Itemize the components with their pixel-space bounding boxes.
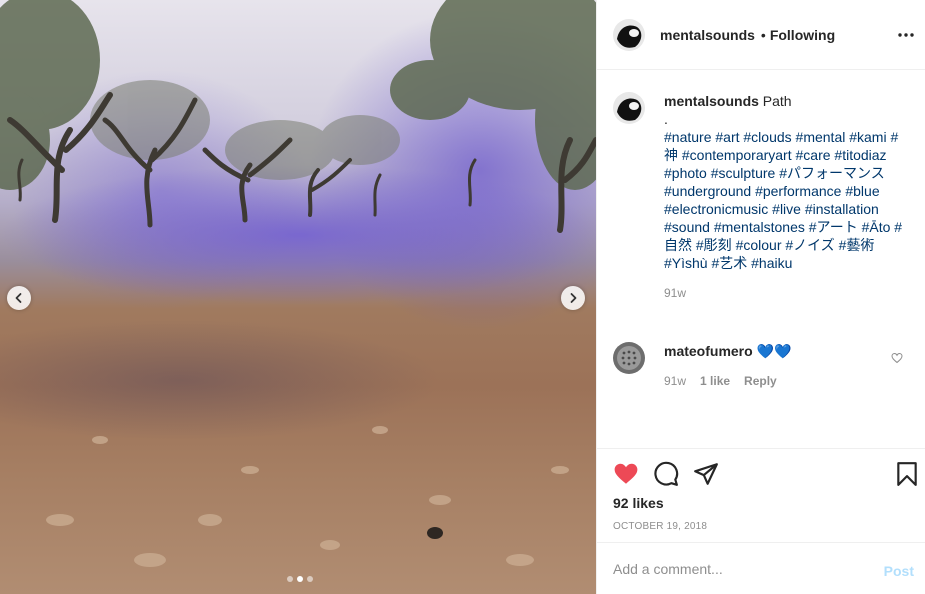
- commenter-avatar[interactable]: [613, 342, 645, 374]
- share-icon[interactable]: [693, 461, 719, 487]
- post-header: mentalsounds • Following: [597, 0, 925, 70]
- carousel-next-button[interactable]: [561, 286, 585, 310]
- caption-hashtags[interactable]: #nature #art #clouds #mental #kami #神 #c…: [664, 128, 912, 272]
- caption-username[interactable]: mentalsounds: [664, 93, 759, 109]
- heart-filled-icon[interactable]: [613, 461, 639, 487]
- comment-input[interactable]: [613, 557, 863, 581]
- caption-dot: .: [664, 111, 668, 127]
- comment-text: 💙💙: [756, 343, 792, 359]
- comment-reply-button[interactable]: Reply: [744, 372, 777, 390]
- post-date[interactable]: OCTOBER 19, 2018: [613, 521, 707, 532]
- more-horizontal-icon: [898, 33, 914, 37]
- bookmark-icon[interactable]: [894, 461, 920, 487]
- comment-icon[interactable]: [653, 461, 679, 487]
- post-side-panel: mentalsounds • Following mentalsounds Pa…: [596, 0, 925, 594]
- post-actions: 92 likes OCTOBER 19, 2018: [597, 448, 925, 542]
- post-media[interactable]: [0, 0, 596, 594]
- following-button[interactable]: Following: [770, 27, 835, 43]
- carousel-prev-button[interactable]: [7, 286, 31, 310]
- header-separator: •: [760, 26, 766, 43]
- caption-title: Path: [762, 93, 792, 109]
- carousel-indicator: [287, 576, 313, 582]
- caption-timestamp[interactable]: 91w: [664, 284, 912, 302]
- author-username[interactable]: mentalsounds: [660, 27, 755, 43]
- comment-likes[interactable]: 1 like: [700, 372, 730, 390]
- author-avatar[interactable]: [613, 18, 645, 51]
- carousel-dot: [287, 576, 293, 582]
- comment-timestamp[interactable]: 91w: [664, 372, 686, 390]
- post-comment-button[interactable]: Post: [884, 563, 914, 579]
- chevron-right-icon: [570, 293, 577, 303]
- comment-form: Post: [597, 542, 925, 594]
- carousel-dot-active: [297, 576, 303, 582]
- heart-outline-icon[interactable]: [891, 352, 903, 364]
- chevron-left-icon: [15, 293, 22, 303]
- caption-avatar[interactable]: [613, 92, 645, 124]
- post-photo: [0, 0, 596, 567]
- carousel-dot: [307, 576, 313, 582]
- likes-count[interactable]: 92 likes: [613, 495, 664, 511]
- more-options-button[interactable]: [896, 25, 916, 45]
- commenter-username[interactable]: mateofumero: [664, 343, 753, 359]
